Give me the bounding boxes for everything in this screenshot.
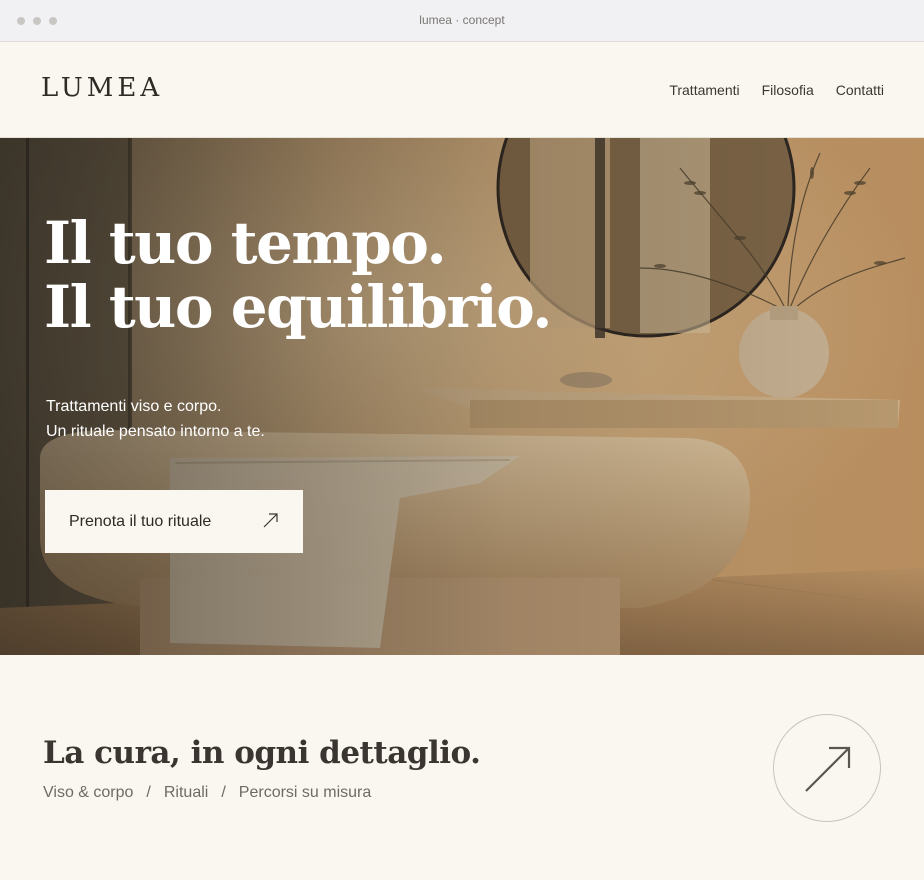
book-ritual-button-label: Prenota il tuo rituale [69,512,212,530]
hero-title-line-1: Il tuo tempo. [44,209,447,277]
hero-subtitle-line-2: Un rituale pensato intorno a te. [46,423,265,440]
care-link-rituali[interactable]: Rituali [164,784,208,802]
site-header: LUMEA Trattamenti Filosofia Contatti [0,42,924,138]
nav-item-filosofia[interactable]: Filosofia [762,82,814,98]
care-link-viso-corpo[interactable]: Viso & corpo [43,784,133,802]
hero-subtitle-line-1: Trattamenti viso e corpo. [46,398,222,415]
hero-subtitle: Trattamenti viso e corpo. Un rituale pen… [46,394,265,444]
book-ritual-button[interactable]: Prenota il tuo rituale [45,490,303,553]
arrow-up-right-icon [263,513,278,528]
care-section: La cura, in ogni dettaglio. Viso & corpo… [0,655,924,880]
care-title: La cura, in ogni dettaglio. [43,735,481,771]
hero-section: Il tuo tempo. Il tuo equilibrio. Trattam… [0,138,924,655]
explore-circle-button[interactable] [773,714,881,822]
site-logo[interactable]: LUMEA [41,73,163,103]
nav-item-trattamenti[interactable]: Trattamenti [669,82,739,98]
care-links: Viso & corpo / Rituali / Percorsi su mis… [43,784,371,802]
nav-item-contatti[interactable]: Contatti [836,82,884,98]
care-separator: / [221,784,226,801]
main-nav: Trattamenti Filosofia Contatti [669,82,884,98]
arrow-up-right-icon [805,746,851,792]
browser-chrome: lumea · concept [0,0,924,42]
hero-title: Il tuo tempo. Il tuo equilibrio. [44,209,552,341]
care-link-percorsi[interactable]: Percorsi su misura [239,784,371,802]
care-separator: / [146,784,151,801]
hero-title-line-2: Il tuo equilibrio. [44,273,552,341]
browser-title: lumea · concept [419,13,505,27]
